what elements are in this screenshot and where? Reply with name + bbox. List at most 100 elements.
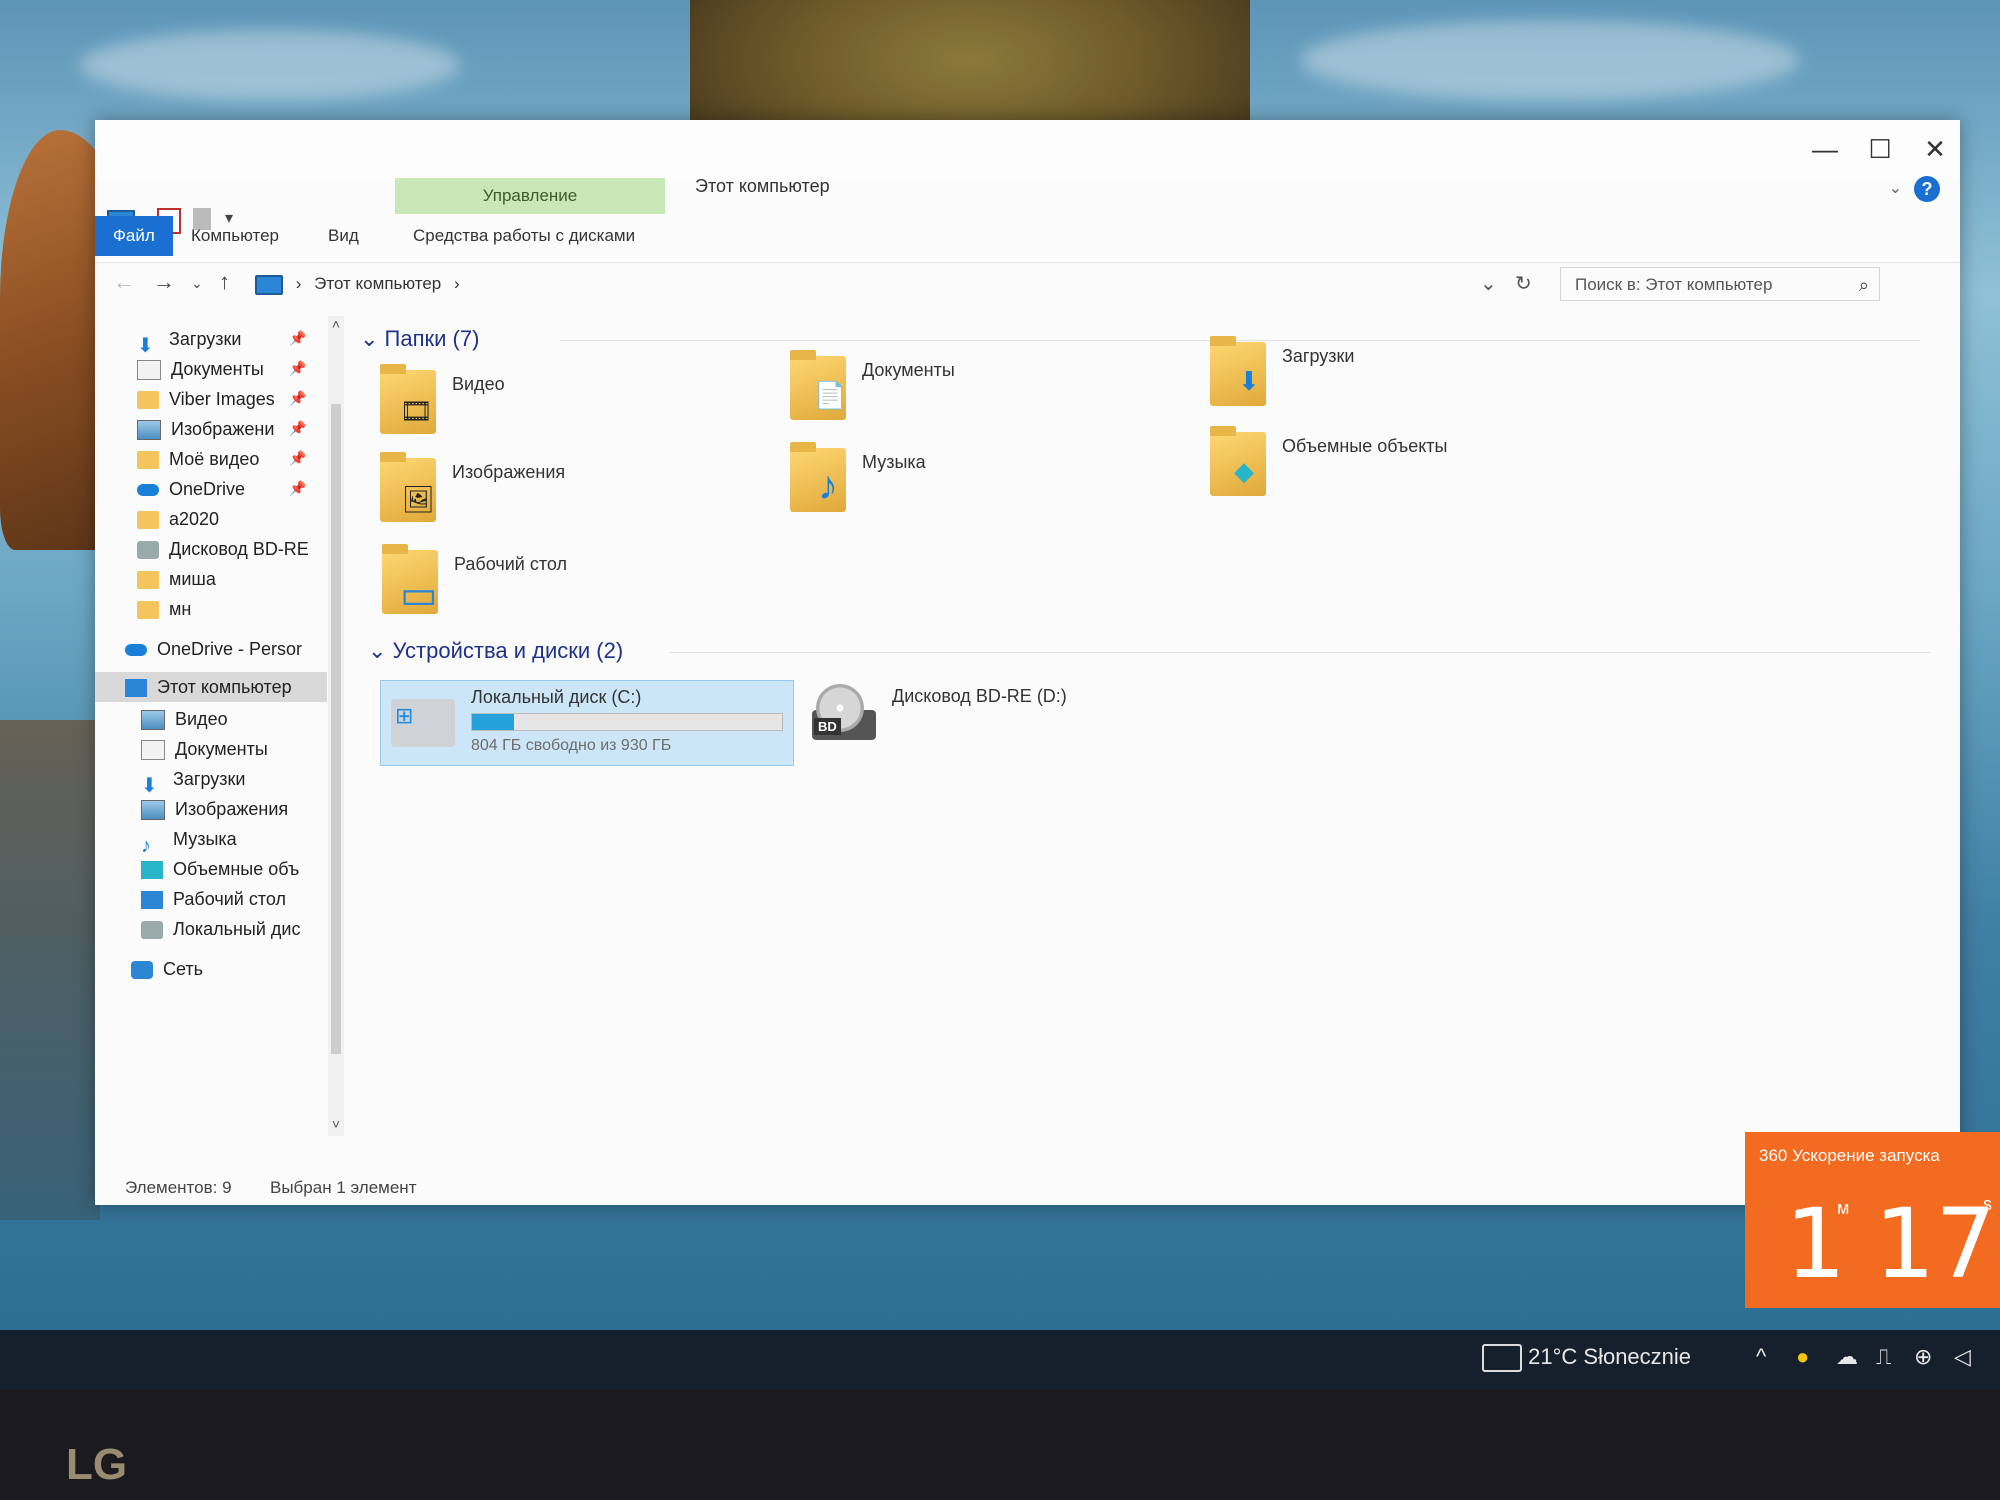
nav-item-my-video[interactable]: Моё видео: [137, 444, 259, 474]
refresh-icon[interactable]: ↻: [1515, 271, 1532, 296]
music-note-icon: ♪: [818, 464, 838, 508]
tray-overflow-chevron-icon[interactable]: ^: [1756, 1344, 1766, 1370]
nav-item-a2020[interactable]: a2020: [137, 504, 219, 534]
nav-item-label: Сеть: [163, 959, 204, 979]
back-arrow-icon[interactable]: ←: [113, 269, 135, 295]
folder-tile-images[interactable]: 🖼 Изображения: [380, 452, 740, 534]
scrollbar-thumb[interactable]: [331, 404, 341, 1054]
nav-item-desktop[interactable]: Рабочий стол: [141, 884, 286, 914]
nav-item-downloads-pc[interactable]: ⬇ Загрузки: [141, 764, 245, 794]
search-icon[interactable]: ⌕: [1859, 268, 1869, 302]
file-explorer-window: ▾ Управление Этот компьютер — ☐ ✕ ⌄ ? Фа…: [95, 120, 1960, 1205]
recent-locations-chevron-icon[interactable]: ⌄: [191, 275, 203, 292]
desktop-icon: ▭: [400, 573, 438, 617]
drive-tile-c[interactable]: ⊞ Локальный диск (C:) 804 ГБ свободно из…: [380, 680, 794, 766]
pin-icon[interactable]: 📌: [289, 390, 306, 407]
optical-drive-icon: [137, 541, 159, 560]
pin-icon[interactable]: 📌: [289, 450, 306, 467]
drive-free-space: 804 ГБ свободно из 930 ГБ: [471, 737, 672, 754]
nav-item-onedrive[interactable]: OneDrive: [137, 474, 245, 504]
network-icon[interactable]: ⎍: [1876, 1344, 1891, 1370]
cloud-icon: [137, 484, 159, 497]
pin-icon[interactable]: 📌: [289, 480, 306, 497]
search-input[interactable]: Поиск в: Этот компьютер ⌕: [1560, 267, 1880, 301]
search-placeholder: Поиск в: Этот компьютер: [1575, 275, 1773, 294]
devices-group-header[interactable]: ⌄ Устройства и диски (2): [368, 638, 623, 664]
document-icon: 📄: [814, 380, 847, 410]
boost-seconds: 17: [1874, 1188, 1997, 1300]
nav-item-label: Моё видео: [169, 449, 260, 469]
nav-item-misha[interactable]: миша: [137, 564, 216, 594]
pin-icon[interactable]: 📌: [289, 420, 306, 437]
breadcrumb-this-pc[interactable]: Этот компьютер: [314, 274, 441, 293]
nav-item-music[interactable]: ♪ Музыка: [141, 824, 237, 854]
tab-computer[interactable]: Компьютер: [173, 216, 297, 256]
nav-item-network[interactable]: Сеть: [131, 954, 203, 984]
language-globe-icon[interactable]: ⊕: [1914, 1344, 1932, 1370]
folder-name: Документы: [862, 360, 955, 380]
nav-item-downloads[interactable]: ⬇ Загрузки: [137, 324, 241, 354]
pin-icon[interactable]: 📌: [289, 360, 306, 377]
onedrive-cloud-icon[interactable]: ☁: [1836, 1344, 1858, 1370]
tab-drive-tools[interactable]: Средства работы с дисками: [395, 216, 653, 256]
tab-view[interactable]: Вид: [310, 216, 377, 256]
status-bar: Элементов: 9 Выбран 1 элемент: [95, 1178, 1960, 1204]
folder-tile-video[interactable]: 🎞 Видео: [380, 364, 740, 446]
nav-item-bd-drive[interactable]: Дисковод BD-RE: [137, 534, 327, 564]
address-box[interactable]: › Этот компьютер ›: [255, 267, 1495, 301]
group-divider: [670, 652, 1930, 653]
devices-group-label: Устройства и диски (2): [392, 638, 624, 663]
nav-item-label: Viber Images: [169, 389, 275, 409]
forward-arrow-icon[interactable]: →: [153, 269, 175, 295]
water-reflection: [0, 720, 100, 1220]
up-arrow-icon[interactable]: ↑: [219, 269, 230, 295]
folders-group-header[interactable]: ⌄ Папки (7): [360, 326, 479, 352]
nav-item-viber-images[interactable]: Viber Images: [137, 384, 275, 414]
volume-speaker-icon[interactable]: ◁: [1954, 1344, 1971, 1370]
film-strip-icon: 🎞: [400, 396, 434, 426]
folder-tile-3d-objects[interactable]: ◆ Объемные объекты: [1210, 426, 1610, 508]
nav-item-images[interactable]: Изображени: [137, 414, 274, 444]
nav-item-3d-objects[interactable]: Объемные объ: [141, 854, 327, 884]
nav-item-onedrive-personal[interactable]: OneDrive - Persor: [125, 634, 325, 664]
ribbon-expand-chevron-icon[interactable]: ⌄: [1889, 178, 1902, 198]
minimize-button[interactable]: —: [1800, 134, 1850, 165]
folder-name: Музыка: [862, 452, 926, 472]
folder-icon: [137, 601, 159, 620]
nav-item-label: Документы: [175, 739, 268, 759]
scroll-down-arrow-icon[interactable]: ˅: [328, 1116, 344, 1132]
context-tab-manage[interactable]: Управление: [395, 178, 665, 214]
help-button[interactable]: ?: [1914, 176, 1940, 202]
weather-widget[interactable]: 21°C Słonecznie: [1482, 1344, 1691, 1373]
nav-scrollbar[interactable]: ˄ ˅: [328, 316, 344, 1136]
address-dropdown-chevron-icon[interactable]: ⌄: [1480, 271, 1497, 296]
nav-item-video[interactable]: Видео: [141, 704, 228, 734]
nav-item-mn[interactable]: мн: [137, 594, 191, 624]
security-shield-icon[interactable]: ●: [1796, 1344, 1809, 1370]
download-arrow-icon: ⬇: [141, 775, 158, 794]
nav-item-documents-pc[interactable]: Документы: [141, 734, 268, 764]
drive-tile-d[interactable]: BD Дисковод BD-RE (D:): [802, 680, 1162, 764]
chevron-down-icon: ⌄: [368, 638, 393, 663]
maximize-button[interactable]: ☐: [1855, 134, 1905, 165]
nav-item-label: Локальный дис: [173, 919, 301, 939]
scroll-up-arrow-icon[interactable]: ˄: [328, 316, 344, 332]
folder-name: Загрузки: [1282, 346, 1355, 366]
nav-item-local-disk[interactable]: Локальный дис: [141, 914, 327, 944]
startup-accelerator-widget[interactable]: 360 Ускорение запуска 1 17 м s: [1745, 1132, 2000, 1308]
folder-tile-desktop[interactable]: ▭ Рабочий стол: [382, 544, 742, 626]
ribbon-tabs: Файл Компьютер Вид Средства работы с дис…: [95, 216, 1960, 256]
pin-icon[interactable]: 📌: [289, 330, 306, 347]
tab-file[interactable]: Файл: [95, 216, 173, 256]
3d-object-icon: [141, 861, 163, 880]
folder-tile-documents[interactable]: 📄 Документы: [790, 350, 1150, 432]
nav-item-documents[interactable]: Документы: [137, 354, 264, 384]
folder-tile-music[interactable]: ♪ Музыка: [790, 442, 1150, 524]
navigation-pane: ⬇ Загрузки 📌 Документы 📌 Viber Images 📌 И…: [95, 316, 344, 1156]
nav-item-label: Изображения: [175, 799, 289, 819]
folder-tile-downloads[interactable]: ⬇ Загрузки: [1210, 336, 1570, 418]
close-button[interactable]: ✕: [1910, 134, 1960, 165]
nav-item-this-pc[interactable]: Этот компьютер: [95, 672, 327, 702]
nav-item-images-pc[interactable]: Изображения: [141, 794, 288, 824]
download-arrow-icon: ⬇: [1238, 366, 1260, 396]
